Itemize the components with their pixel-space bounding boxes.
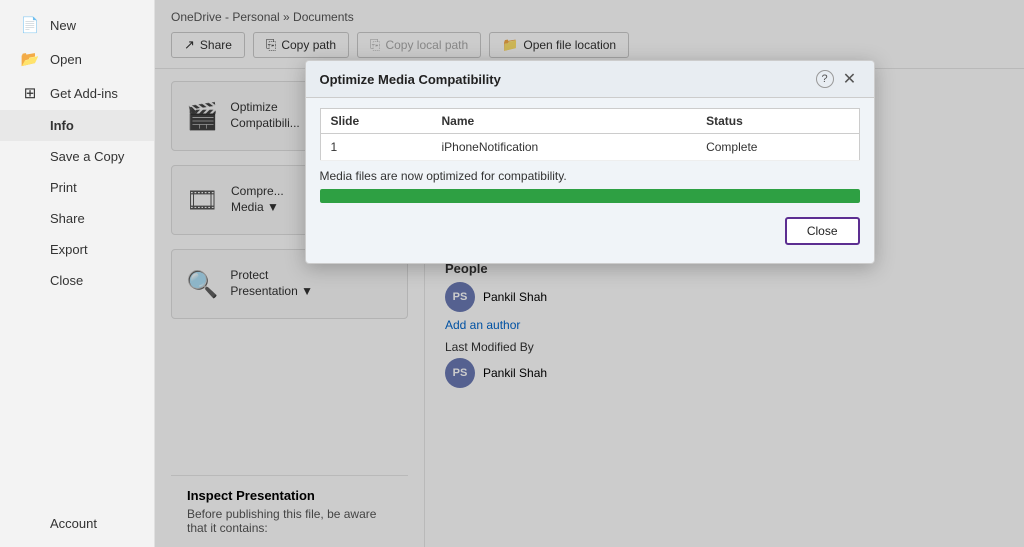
sidebar-item-addins-label: Get Add-ins: [50, 86, 118, 101]
cell-slide: 1: [320, 134, 431, 161]
modal-help-button[interactable]: ?: [816, 70, 834, 88]
modal-header-actions: ? ✕: [816, 69, 860, 89]
modal-close-button[interactable]: ✕: [840, 69, 860, 89]
modal-close-action-button[interactable]: Close: [785, 217, 860, 245]
sidebar: 📄 New 📂 Open ⊞ Get Add-ins Info Save a C…: [0, 0, 155, 547]
optimize-modal: Optimize Media Compatibility ? ✕ Slide N…: [305, 60, 875, 264]
sidebar-item-open-label: Open: [50, 52, 82, 67]
sidebar-item-open[interactable]: 📂 Open: [0, 42, 154, 76]
sidebar-item-savecopy-label: Save a Copy: [50, 149, 124, 164]
open-icon: 📂: [20, 50, 40, 68]
col-status: Status: [696, 109, 859, 134]
col-slide: Slide: [320, 109, 431, 134]
sidebar-item-share[interactable]: Share: [0, 203, 154, 234]
cell-name: iPhoneNotification: [431, 134, 696, 161]
sidebar-item-export-label: Export: [50, 242, 88, 257]
addins-icon: ⊞: [20, 84, 40, 102]
sidebar-item-print-label: Print: [50, 180, 77, 195]
sidebar-item-info-label: Info: [50, 118, 74, 133]
sidebar-item-print[interactable]: Print: [0, 172, 154, 203]
modal-header: Optimize Media Compatibility ? ✕: [306, 61, 874, 98]
sidebar-item-getaddins[interactable]: ⊞ Get Add-ins: [0, 76, 154, 110]
sidebar-item-export[interactable]: Export: [0, 234, 154, 265]
sidebar-item-new[interactable]: 📄 New: [0, 8, 154, 42]
sidebar-item-savecopy[interactable]: Save a Copy: [0, 141, 154, 172]
modal-body: Slide Name Status 1 iPhoneNotification C…: [306, 98, 874, 263]
main-area: OneDrive - Personal » Documents ↗ Share …: [155, 0, 1024, 547]
sidebar-item-info[interactable]: Info: [0, 110, 154, 141]
new-icon: 📄: [20, 16, 40, 34]
media-table: Slide Name Status 1 iPhoneNotification C…: [320, 108, 860, 161]
modal-footer: Close: [320, 213, 860, 253]
sidebar-item-account[interactable]: Account: [0, 508, 154, 539]
modal-title: Optimize Media Compatibility: [320, 72, 501, 87]
sidebar-item-close[interactable]: Close: [0, 265, 154, 296]
sidebar-item-account-label: Account: [50, 516, 97, 531]
cell-status: Complete: [696, 134, 859, 161]
progress-bar-container: [320, 189, 860, 203]
sidebar-item-new-label: New: [50, 18, 76, 33]
modal-overlay: Optimize Media Compatibility ? ✕ Slide N…: [155, 0, 1024, 547]
modal-status-text: Media files are now optimized for compat…: [320, 169, 860, 183]
col-name: Name: [431, 109, 696, 134]
sidebar-item-share-label: Share: [50, 211, 85, 226]
progress-bar-fill: [320, 189, 860, 203]
table-row: 1 iPhoneNotification Complete: [320, 134, 859, 161]
sidebar-item-close-label: Close: [50, 273, 83, 288]
